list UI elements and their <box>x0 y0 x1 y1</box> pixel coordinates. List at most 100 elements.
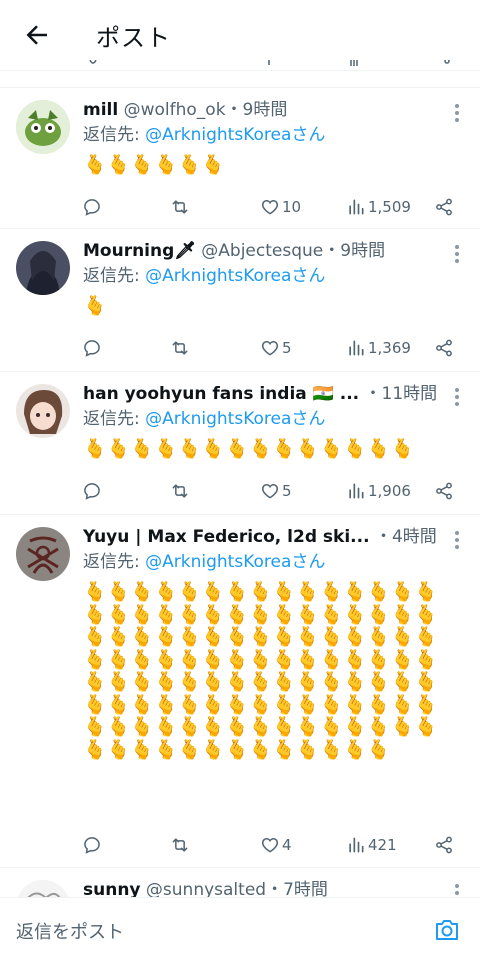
reply-mention-link[interactable]: @ArknightsKorea <box>145 266 291 286</box>
reply-tweet[interactable]: Yuyu | Max Federico, l2d ski... ・4時間 返信先… <box>0 515 480 868</box>
reply-icon <box>84 483 100 500</box>
views-button[interactable]: 1,369 <box>346 336 411 360</box>
reply-suffix: さん <box>291 266 326 286</box>
reply-icon <box>84 340 100 357</box>
more-options-icon[interactable] <box>454 531 460 551</box>
like-button[interactable]: 4 <box>260 833 292 857</box>
views-count: 1,509 <box>368 198 411 216</box>
share-button[interactable] <box>434 833 454 857</box>
avatar[interactable] <box>16 384 70 438</box>
reply-mention-link[interactable]: @ArknightsKorea <box>145 409 291 429</box>
repost-icon <box>172 838 188 852</box>
camera-icon[interactable] <box>434 918 460 942</box>
reply-button[interactable] <box>82 336 104 360</box>
reply-tweet[interactable]: han yoohyun fans india 🇮🇳 ... ・11時間 返信先:… <box>0 372 480 515</box>
post-time: ・9時間 <box>323 241 386 261</box>
views-icon <box>349 340 364 356</box>
reply-input[interactable]: 返信をポスト <box>16 918 124 944</box>
reply-context: 返信先: @ArknightsKoreaさん <box>83 406 452 432</box>
reply-button[interactable] <box>82 833 104 857</box>
heart-icon <box>261 837 279 853</box>
reply-button[interactable] <box>82 479 104 503</box>
like-count: 5 <box>282 482 292 500</box>
like-button[interactable]: 10 <box>260 195 301 219</box>
reply-context: 返信先: @ArknightsKoreaさん <box>83 122 452 148</box>
share-icon <box>436 198 452 216</box>
reply-prefix: 返信先: <box>83 409 146 429</box>
share-button[interactable] <box>434 336 454 360</box>
reply-icon <box>84 199 100 216</box>
reply-icon-peek <box>89 60 97 64</box>
reply-suffix: さん <box>291 409 326 429</box>
reply-suffix: さん <box>291 552 326 572</box>
reply-context: 返信先: @ArknightsKoreaさん <box>83 549 452 575</box>
repost-icon <box>172 341 188 355</box>
post-time: ・4時間 <box>374 527 437 547</box>
more-options-icon[interactable] <box>454 104 460 124</box>
reply-suffix: さん <box>291 125 326 145</box>
author-name[interactable]: mill <box>83 100 118 120</box>
more-options-icon[interactable] <box>454 245 460 265</box>
share-icon <box>436 836 452 854</box>
avatar[interactable] <box>16 241 70 295</box>
views-icon <box>349 483 364 499</box>
repost-icon-peek <box>268 60 270 65</box>
share-button[interactable] <box>434 195 454 219</box>
reply-icon <box>84 837 100 854</box>
like-count: 10 <box>282 198 302 216</box>
share-button[interactable] <box>434 479 454 503</box>
like-count: 4 <box>282 836 292 854</box>
reply-prefix: 返信先: <box>83 552 146 572</box>
heart-icon <box>261 340 279 356</box>
avatar[interactable] <box>16 527 70 581</box>
heart-icon <box>261 483 279 499</box>
post-time: ・11時間 <box>364 384 438 404</box>
repost-button[interactable] <box>170 195 192 219</box>
repost-button[interactable] <box>170 833 192 857</box>
views-icon-peek <box>350 60 358 66</box>
reply-prefix: 返信先: <box>83 266 146 286</box>
back-arrow-icon[interactable] <box>22 20 52 50</box>
reply-tweet[interactable]: Mourning🗡 @Abjectesque・9時間 返信先: @Arknigh… <box>0 229 480 372</box>
author-handle[interactable]: @Abjectesque <box>201 241 323 261</box>
views-count: 421 <box>368 836 397 854</box>
like-button[interactable]: 5 <box>260 336 292 360</box>
reply-tweet[interactable]: mill @wolfho_ok・9時間 返信先: @ArknightsKorea… <box>0 88 480 229</box>
top-bar: ポスト <box>0 0 480 71</box>
author-name[interactable]: Mourning🗡 <box>83 241 196 261</box>
share-icon <box>436 482 452 500</box>
tweet-text: 🫰🫰🫰🫰🫰🫰🫰🫰🫰🫰🫰🫰🫰🫰 <box>83 438 415 460</box>
reply-prefix: 返信先: <box>83 125 146 145</box>
repost-icon <box>172 484 188 498</box>
post-time: ・9時間 <box>225 100 288 120</box>
views-button[interactable]: 421 <box>346 833 397 857</box>
tweet-text: 🫰🫰🫰🫰🫰🫰 <box>83 154 225 176</box>
reply-button[interactable] <box>82 195 104 219</box>
views-count: 1,369 <box>368 339 411 357</box>
views-count: 1,906 <box>368 482 411 500</box>
views-icon <box>349 199 364 215</box>
author-handle[interactable]: @wolfho_ok <box>124 100 226 120</box>
views-button[interactable]: 1,509 <box>346 195 411 219</box>
tweet-text: 🫰 <box>83 295 107 317</box>
tweet-text: 🫰🫰🫰🫰🫰🫰🫰🫰🫰🫰🫰🫰🫰🫰🫰🫰🫰🫰🫰🫰🫰🫰🫰🫰🫰🫰🫰🫰🫰🫰🫰🫰🫰🫰🫰🫰🫰🫰🫰🫰… <box>83 581 438 761</box>
like-button[interactable]: 5 <box>260 479 292 503</box>
reply-mention-link[interactable]: @ArknightsKorea <box>145 125 291 145</box>
more-options-icon[interactable] <box>454 388 460 408</box>
views-button[interactable]: 1,906 <box>346 479 411 503</box>
repost-icon <box>172 200 188 214</box>
reply-composer[interactable]: 返信をポスト <box>0 897 480 954</box>
reply-feed: mill @wolfho_ok・9時間 返信先: @ArknightsKorea… <box>0 87 480 934</box>
repost-button[interactable] <box>170 479 192 503</box>
heart-icon <box>261 199 279 215</box>
share-icon <box>436 339 452 357</box>
share-icon-peek <box>444 60 450 64</box>
reply-context: 返信先: @ArknightsKoreaさん <box>83 263 452 289</box>
like-count: 5 <box>282 339 292 357</box>
author-name[interactable]: Yuyu | Max Federico, l2d ski... <box>83 527 370 547</box>
author-name[interactable]: han yoohyun fans india 🇮🇳 ... <box>83 384 359 404</box>
repost-button[interactable] <box>170 336 192 360</box>
reply-mention-link[interactable]: @ArknightsKorea <box>145 552 291 572</box>
avatar[interactable] <box>16 100 70 154</box>
page-title: ポスト <box>96 24 171 52</box>
